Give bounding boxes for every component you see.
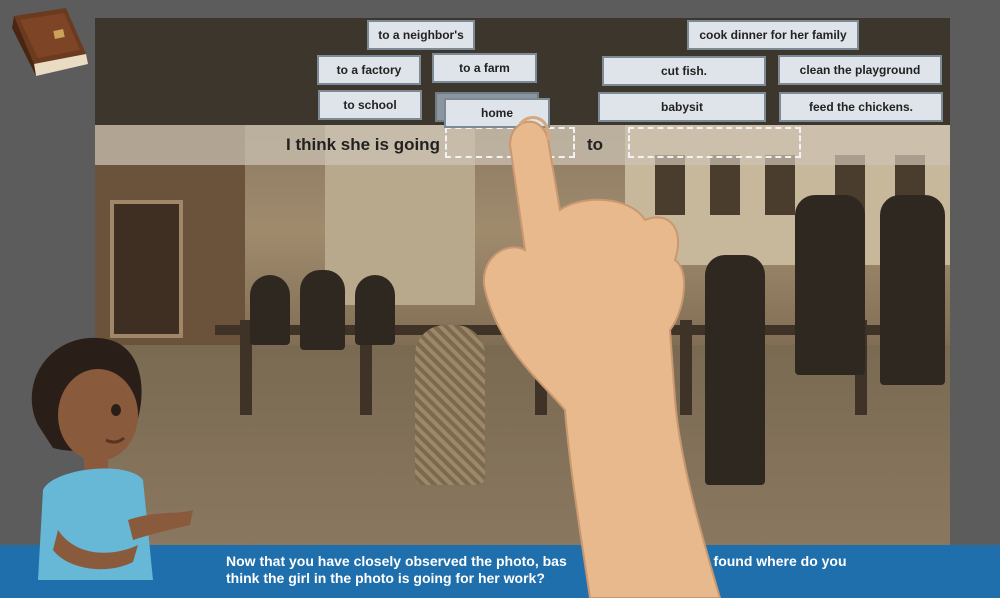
sentence-prefix: I think she is going [286,135,440,154]
chip-to-school[interactable]: to school [318,90,422,120]
chip-cut-fish[interactable]: cut fish. [602,56,766,86]
guide-character [31,337,193,580]
chip-clean-playground[interactable]: clean the playground [778,55,942,85]
pointing-hand-icon [482,116,722,598]
chip-to-a-farm[interactable]: to a farm [432,53,537,83]
chip-cook-dinner[interactable]: cook dinner for her family [687,20,859,50]
chip-to-a-factory[interactable]: to a factory [317,55,421,85]
chip-feed-chickens[interactable]: feed the chickens. [779,92,943,122]
chip-to-a-neighbors[interactable]: to a neighbor's [367,20,475,50]
book-icon[interactable] [8,6,90,80]
activity-screen: I think she is going to to a neighbor's … [0,0,1000,598]
